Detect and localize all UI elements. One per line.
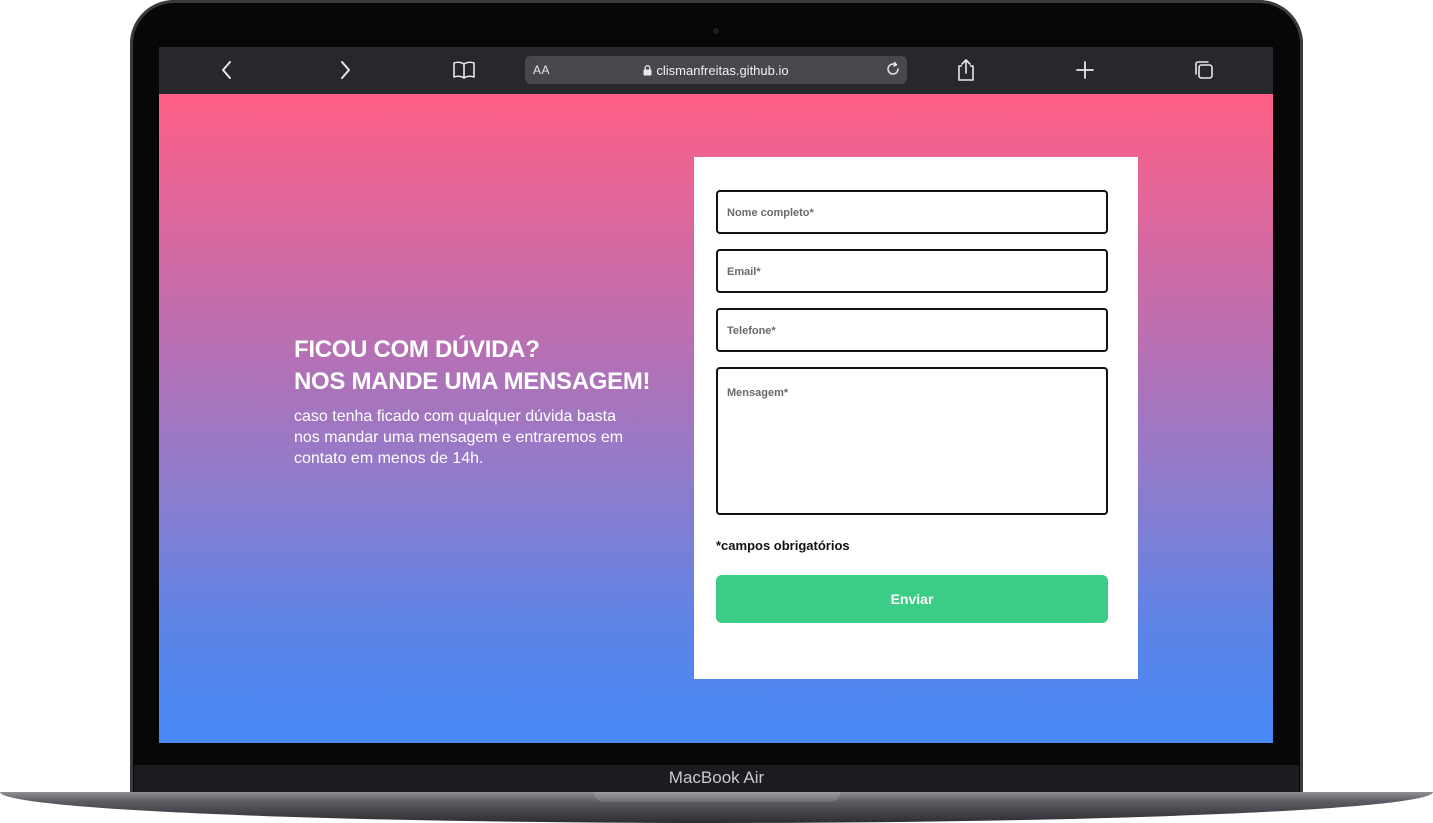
model-label: MacBook Air <box>668 768 765 787</box>
browser-toolbar: AA clismanfreitas.github.io <box>159 47 1273 94</box>
screen: AA clismanfreitas.github.io FICOU COM DÚ… <box>159 47 1273 743</box>
back-button[interactable] <box>212 57 242 83</box>
url-display: clismanfreitas.github.io <box>525 63 907 79</box>
plus-icon <box>1075 60 1095 80</box>
forward-button[interactable] <box>330 57 360 83</box>
hero-description: caso tenha ficado com qualquer dúvida ba… <box>294 408 624 467</box>
bookmarks-button[interactable] <box>449 57 479 83</box>
share-icon <box>956 58 976 82</box>
email-placeholder: Email* <box>727 266 761 278</box>
laptop-base <box>0 792 1433 823</box>
url-text: clismanfreitas.github.io <box>656 63 789 78</box>
phone-placeholder: Telefone* <box>727 325 776 337</box>
submit-button[interactable]: Enviar <box>716 575 1108 623</box>
chevron-right-icon <box>338 60 352 80</box>
base-notch <box>594 792 840 802</box>
book-icon <box>452 60 476 80</box>
email-field[interactable]: Email* <box>716 249 1108 293</box>
name-field[interactable]: Nome completo* <box>716 190 1108 234</box>
lock-icon <box>643 64 652 79</box>
camera-dot <box>713 28 719 34</box>
message-textarea[interactable]: Mensagem* <box>716 367 1108 515</box>
phone-field[interactable]: Telefone* <box>716 308 1108 352</box>
reload-icon[interactable] <box>885 61 901 82</box>
tabs-icon <box>1193 59 1215 81</box>
hero-title-line-1: FICOU COM DÚVIDA? <box>294 336 540 363</box>
tabs-overview-button[interactable] <box>1189 57 1219 83</box>
contact-page: FICOU COM DÚVIDA? NOS MANDE UMA MENSAGEM… <box>159 94 1273 743</box>
message-placeholder: Mensagem* <box>727 387 789 399</box>
share-button[interactable] <box>951 57 981 83</box>
contact-form-card: Nome completo* Email* Telefone* Mensagem… <box>694 157 1138 679</box>
chevron-left-icon <box>220 60 234 80</box>
hero-title: FICOU COM DÚVIDA? NOS MANDE UMA MENSAGEM… <box>294 334 694 398</box>
hero-title-line-2: NOS MANDE UMA MENSAGEM! <box>294 368 651 395</box>
hero-section: FICOU COM DÚVIDA? NOS MANDE UMA MENSAGEM… <box>294 334 694 469</box>
required-fields-note: *campos obrigatórios <box>716 538 850 553</box>
new-tab-button[interactable] <box>1070 57 1100 83</box>
laptop-bottom-bezel: MacBook Air <box>134 765 1299 792</box>
name-placeholder: Nome completo* <box>727 207 814 219</box>
address-bar[interactable]: AA clismanfreitas.github.io <box>525 56 907 84</box>
